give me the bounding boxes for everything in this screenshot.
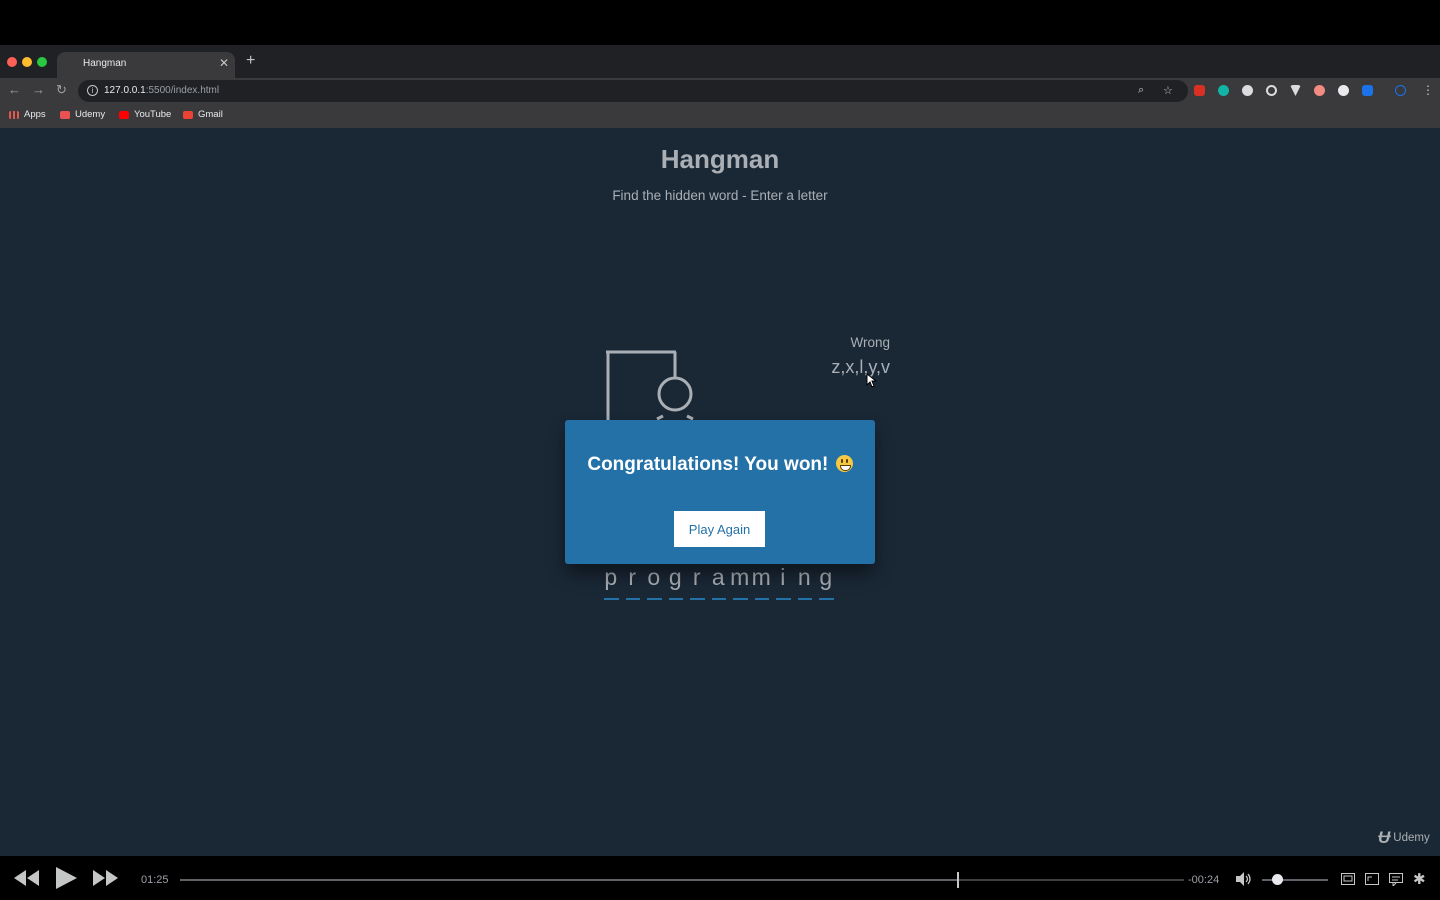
- letter-slot: g: [815, 564, 837, 600]
- letter-slot: n: [794, 564, 816, 600]
- tab-title: Hangman: [83, 58, 127, 69]
- bookmark-label: Gmail: [198, 109, 223, 120]
- letter: o: [647, 564, 661, 590]
- page-title: Hangman: [660, 144, 780, 174]
- zoom-icon[interactable]: ⌕: [1138, 84, 1144, 97]
- close-window-button[interactable]: [7, 57, 17, 67]
- letter: p: [604, 564, 618, 590]
- bookmark-gmail[interactable]: Gmail: [183, 109, 223, 120]
- volume-handle[interactable]: [1271, 874, 1283, 885]
- letter: r: [692, 564, 701, 590]
- play-again-button[interactable]: Play Again: [674, 511, 765, 547]
- youtube-icon: [119, 110, 129, 119]
- browser-menu-icon[interactable]: ⋮: [1422, 83, 1434, 97]
- video-player-controls: 01:25 -00:24 ✱: [0, 856, 1440, 900]
- back-icon[interactable]: ←: [8, 83, 21, 97]
- udemy-watermark-label: Udemy: [1393, 832, 1430, 844]
- captions-icon[interactable]: [1341, 873, 1355, 885]
- new-tab-button[interactable]: +: [246, 53, 255, 69]
- hangman-figure: [606, 350, 694, 426]
- bookmark-label: Apps: [24, 109, 46, 120]
- letter: g: [819, 564, 833, 590]
- extension-icon-1[interactable]: [1194, 85, 1205, 96]
- letter: m: [730, 564, 750, 590]
- hangman-head: [657, 376, 693, 412]
- hangman-arm-left: [656, 414, 664, 421]
- url-path: :5500/index.html: [145, 85, 220, 96]
- bookmark-star-icon[interactable]: ☆: [1163, 84, 1173, 97]
- rewind-icon[interactable]: [14, 870, 40, 886]
- grinning-face-icon: [835, 455, 853, 472]
- letter-slot: g: [665, 564, 687, 600]
- extension-icon-6[interactable]: [1314, 85, 1325, 96]
- volume-slider[interactable]: [1262, 874, 1328, 885]
- volume-icon[interactable]: [1236, 872, 1252, 886]
- gmail-icon: [183, 110, 193, 119]
- extension-icon-4[interactable]: [1266, 85, 1277, 96]
- forward-icon[interactable]: →: [32, 83, 45, 97]
- letter-slot: m: [729, 564, 751, 600]
- win-popup: Congratulations! You won! Play Again: [565, 420, 875, 564]
- close-tab-icon[interactable]: ✕: [219, 56, 229, 70]
- letter-slot: o: [643, 564, 665, 600]
- url-host: 127.0.0.1: [104, 85, 146, 96]
- hangman-page: Hangman Find the hidden word - Enter a l…: [0, 128, 1440, 856]
- seek-bar-played: [180, 879, 959, 881]
- letter-slot: r: [686, 564, 708, 600]
- mouse-cursor-icon: [866, 373, 878, 388]
- letter-slot: r: [622, 564, 644, 600]
- udemy-icon: [60, 110, 70, 119]
- fast-forward-icon[interactable]: [93, 870, 119, 886]
- browser-chrome: Hangman ✕ + ← → ↻ i 127.0.0.1:5500/index…: [0, 45, 1440, 128]
- letter: g: [668, 564, 682, 590]
- letter: n: [797, 564, 811, 590]
- extension-icon-8[interactable]: [1362, 85, 1373, 96]
- letter: r: [628, 564, 637, 590]
- reload-icon[interactable]: ↻: [56, 83, 67, 97]
- profile-icon[interactable]: [1395, 85, 1406, 96]
- address-bar[interactable]: i 127.0.0.1:5500/index.html ⌕ ☆: [78, 80, 1188, 102]
- settings-gear-icon[interactable]: ✱: [1413, 870, 1426, 888]
- site-info-icon[interactable]: i: [87, 85, 98, 96]
- extension-icon-3[interactable]: [1242, 85, 1253, 96]
- bookmark-label: Udemy: [75, 109, 106, 120]
- wrong-letters-label: Wrong: [850, 335, 890, 350]
- remaining-time: -00:24: [1188, 874, 1220, 886]
- tab-hangman[interactable]: Hangman ✕: [57, 52, 235, 78]
- letter-slot: m: [751, 564, 773, 600]
- play-icon[interactable]: [54, 866, 78, 890]
- letter: i: [780, 564, 786, 590]
- extension-icon-7[interactable]: [1338, 85, 1349, 96]
- apps-grid-icon: [9, 110, 19, 119]
- popup-message: Congratulations! You won!: [565, 454, 875, 476]
- seek-handle[interactable]: [957, 872, 960, 888]
- letter: m: [751, 564, 771, 590]
- fullscreen-icon[interactable]: [1365, 873, 1379, 885]
- bookmark-udemy[interactable]: Udemy: [60, 109, 105, 120]
- bookmark-youtube[interactable]: YouTube: [119, 109, 171, 120]
- letter-slot: p: [600, 564, 622, 600]
- udemy-logo-icon: Ʉ: [1378, 828, 1390, 847]
- letter-slot: a: [708, 564, 730, 600]
- url-text[interactable]: 127.0.0.1:5500/index.html: [104, 85, 219, 96]
- letter: a: [711, 564, 725, 590]
- current-time: 01:25: [141, 874, 169, 886]
- page-subtitle: Find the hidden word - Enter a letter: [612, 188, 828, 203]
- maximize-window-button[interactable]: [37, 57, 47, 67]
- seek-bar[interactable]: [180, 872, 1184, 888]
- bookmarks-bar: Apps Udemy YouTube Gmail: [0, 105, 1440, 128]
- udemy-watermark: Ʉ Udemy: [1378, 828, 1430, 848]
- extension-icon-2[interactable]: [1218, 85, 1229, 96]
- hangman-arm-right: [686, 414, 694, 421]
- word-display: programming: [600, 564, 837, 600]
- screen-top-bar: [0, 0, 1440, 45]
- minimize-window-button[interactable]: [22, 57, 32, 67]
- transcript-icon[interactable]: [1389, 873, 1403, 886]
- tab-strip: Hangman ✕ +: [0, 45, 1440, 78]
- letter-slot: i: [772, 564, 794, 600]
- popup-message-text: Congratulations! You won!: [587, 454, 829, 475]
- bookmark-apps[interactable]: Apps: [9, 109, 46, 120]
- bookmark-label: YouTube: [134, 109, 172, 120]
